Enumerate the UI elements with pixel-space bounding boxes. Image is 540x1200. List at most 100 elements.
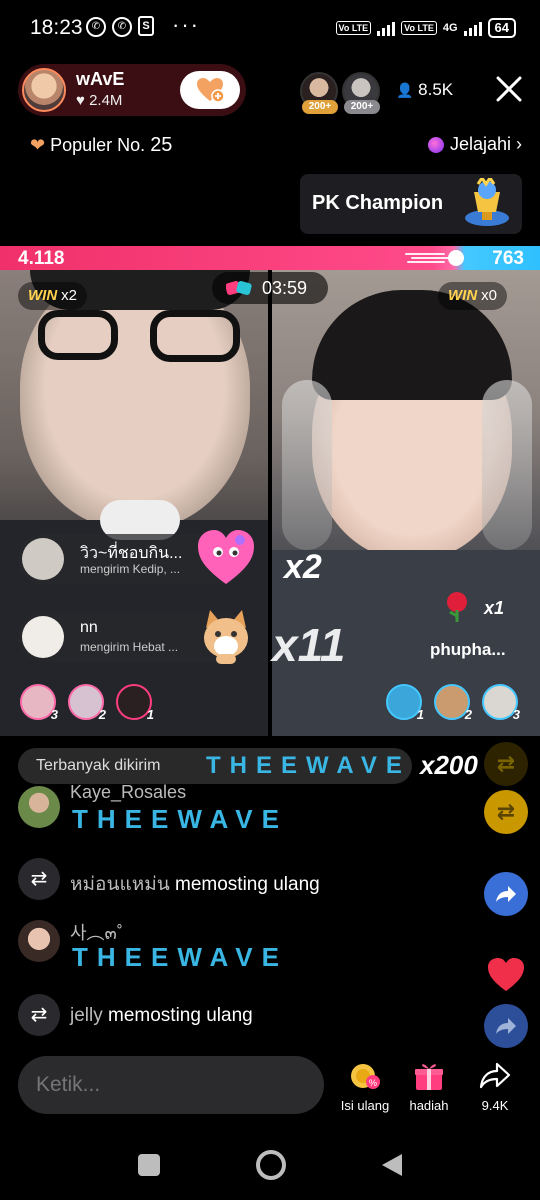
right-win-streak: WIN x0 xyxy=(438,282,508,310)
battery-level: 64 xyxy=(487,18,516,38)
share-arrow-icon xyxy=(496,886,516,902)
win-count: x2 xyxy=(61,287,78,304)
coin-icon: % xyxy=(351,1064,380,1089)
chat-message[interactable]: Kaye_Rosales THEEWAVE xyxy=(18,782,438,844)
chat-text: THEEWAVE xyxy=(72,804,288,834)
right-top-gifter-avatar[interactable]: 2 xyxy=(434,684,472,722)
cat-gift-icon xyxy=(204,610,248,664)
topup-button[interactable]: % Isi ulang xyxy=(330,1060,400,1113)
like-heart-icon[interactable] xyxy=(486,956,526,994)
chat-username[interactable]: หม่อนแหม่น xyxy=(70,874,170,895)
host-profile[interactable]: wAvE ♥ 2.4M xyxy=(18,64,246,116)
top-sender-label: Terbanyak dikirim xyxy=(36,757,161,774)
user-avatar[interactable] xyxy=(18,786,60,828)
chat-text: memosting ulang xyxy=(108,1005,253,1026)
viewer-count[interactable]: 👤 8.5K xyxy=(396,80,453,100)
pk-battle-icon xyxy=(226,281,252,295)
left-score: 4.118 xyxy=(18,248,65,269)
pk-timer: 03:59 xyxy=(212,272,328,304)
right-top-gifter-avatar[interactable]: 3 xyxy=(482,684,520,722)
rank-number: 1 xyxy=(416,707,424,722)
top-sender-brand: THEEWAVE xyxy=(206,752,411,779)
more-notifications-icon: ··· xyxy=(172,12,200,37)
left-top-gifter-avatar[interactable]: 2 xyxy=(68,684,106,722)
repost-button[interactable]: ⇄ xyxy=(484,790,528,834)
share-count: 9.4K xyxy=(481,1098,509,1113)
gift-button[interactable]: hadiah xyxy=(394,1060,464,1113)
pk-champion-banner[interactable]: PK Champion xyxy=(300,174,522,234)
chat-username[interactable]: jelly xyxy=(70,1005,103,1026)
person-icon: 👤 xyxy=(396,82,414,98)
left-top-gifter-avatar[interactable]: 3 xyxy=(20,684,58,722)
gift-box-icon xyxy=(415,1064,443,1090)
left-top-gifter-avatar[interactable]: 1 xyxy=(116,684,154,722)
host-name: wAvE xyxy=(76,69,125,89)
champion-trophy-icon xyxy=(465,178,509,226)
back-icon[interactable] xyxy=(380,1152,404,1178)
chevron-right-icon: › xyxy=(516,134,522,154)
shopping-bag-icon: S xyxy=(138,16,154,36)
timer-value: 03:59 xyxy=(262,278,308,298)
topup-label: Isi ulang xyxy=(340,1098,390,1113)
share-button[interactable] xyxy=(484,872,528,916)
pk-champion-label: PK Champion xyxy=(312,192,444,214)
viewer-badge: 200+ xyxy=(344,100,380,114)
ranking-number: 25 xyxy=(150,134,173,156)
share-arrow-icon xyxy=(479,1062,511,1089)
gifter-avatar xyxy=(22,538,64,580)
user-avatar[interactable] xyxy=(18,920,60,962)
follow-button[interactable] xyxy=(180,71,240,109)
rank-number: 2 xyxy=(98,707,106,722)
popular-ranking[interactable]: ❤ Populer No. 25 xyxy=(30,134,172,157)
planet-icon xyxy=(427,137,444,153)
ranking-label: Populer No. xyxy=(50,135,146,155)
heart-plus-icon xyxy=(197,78,225,103)
top-viewer-avatar[interactable]: 200+ xyxy=(300,72,338,114)
left-win-streak: WIN x2 xyxy=(18,282,88,310)
viewer-badge: 200+ xyxy=(302,100,338,114)
right-top-gifter-avatar[interactable]: 1 xyxy=(386,684,424,722)
chat-message[interactable]: 사︵๓˚ THEEWAVE xyxy=(18,918,438,978)
heart-gift-icon xyxy=(198,530,254,584)
win-count: x0 xyxy=(481,287,498,304)
top-sender-banner[interactable]: Terbanyak dikirim THEEWAVE xyxy=(18,748,412,784)
chat-username[interactable]: Kaye_Rosales xyxy=(70,782,186,803)
rank-number: 2 xyxy=(464,707,472,722)
gift-count: x1 xyxy=(484,598,505,618)
rose-icon xyxy=(440,590,480,622)
chat-repost[interactable]: ⇄ jelly memosting ulang xyxy=(18,994,438,1038)
explore-label: Jelajahi xyxy=(449,134,511,154)
network-type: 4G xyxy=(442,22,458,34)
share-action-button[interactable]: 9.4K xyxy=(460,1060,530,1113)
gifter-name: phupha... xyxy=(430,640,506,659)
share-arrow-icon xyxy=(496,1018,516,1034)
close-button[interactable] xyxy=(496,74,522,108)
rank-number: 3 xyxy=(512,707,520,722)
status-time: 18:23 xyxy=(30,16,83,39)
host-avatar[interactable] xyxy=(22,68,66,112)
top-sender-multiplier: x200 xyxy=(420,750,478,780)
home-icon[interactable] xyxy=(256,1150,286,1180)
share-button-faded[interactable] xyxy=(484,1004,528,1048)
close-icon xyxy=(496,76,522,102)
gift-label: hadiah xyxy=(409,1098,449,1113)
recent-apps-icon[interactable] xyxy=(138,1154,160,1176)
multiplier-x11: x11 xyxy=(272,619,346,671)
top-viewer-avatar[interactable]: 200+ xyxy=(342,72,380,114)
whatsapp-icon: ✆ xyxy=(112,17,132,37)
comment-input[interactable] xyxy=(18,1056,324,1114)
explore-link[interactable]: Jelajahi › xyxy=(427,134,522,155)
chat-repost[interactable]: ⇄ หม่อนแหม่น memosting ulang xyxy=(18,858,438,902)
gifter-name: nn xyxy=(80,619,98,636)
gift-description: mengirim Hebat ... xyxy=(80,640,179,654)
rank-number: 1 xyxy=(146,707,154,722)
repost-icon: ⇄ xyxy=(484,742,528,786)
signal-icon xyxy=(463,20,482,36)
multiplier-x2: x2 xyxy=(284,548,322,586)
win-label: WIN xyxy=(28,287,58,304)
repost-icon: ⇄ xyxy=(18,858,60,900)
rank-number: 3 xyxy=(50,707,58,722)
gift-notification[interactable]: วิว~ที่ชอบกิน... mengirim Kedip, ... xyxy=(18,530,254,584)
gift-notification[interactable]: nn mengirim Hebat ... xyxy=(18,610,248,664)
svg-text:%: % xyxy=(369,1078,377,1088)
